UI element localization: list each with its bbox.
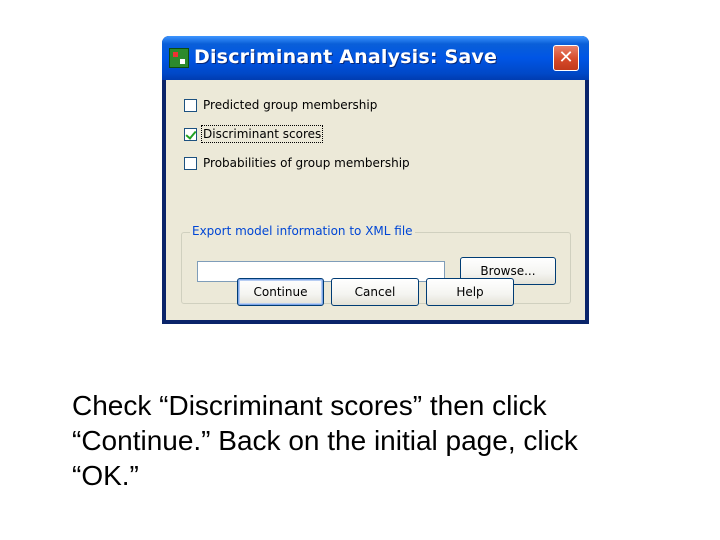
continue-button[interactable]: Continue: [237, 278, 324, 306]
option-predicted-group[interactable]: Predicted group membership: [184, 96, 377, 114]
save-dialog: Discriminant Analysis: Save ✕ Predicted …: [162, 36, 589, 324]
caption-line: Check “Discriminant scores” then click: [72, 390, 547, 421]
checkbox-probabilities[interactable]: [184, 156, 197, 170]
cancel-button[interactable]: Cancel: [331, 278, 419, 306]
instruction-caption: Check “Discriminant scores” then click “…: [72, 388, 702, 493]
option-label: Predicted group membership: [203, 98, 378, 112]
group-legend: Export model information to XML file: [190, 224, 415, 238]
caption-line: “Continue.” Back on the initial page, cl…: [72, 425, 578, 456]
option-label: Probabilities of group membership: [203, 156, 410, 170]
checkmark-icon[interactable]: [184, 127, 197, 141]
close-icon[interactable]: ✕: [553, 45, 579, 71]
dialog-title: Discriminant Analysis: Save: [194, 46, 498, 68]
option-probabilities[interactable]: Probabilities of group membership: [184, 154, 410, 172]
help-button[interactable]: Help: [426, 278, 514, 306]
title-bar[interactable]: Discriminant Analysis: Save ✕: [162, 36, 589, 80]
option-discriminant-scores[interactable]: Discriminant scores: [184, 125, 324, 143]
caption-line: “OK.”: [72, 460, 139, 491]
option-label: Discriminant scores: [200, 125, 324, 143]
app-icon: [169, 48, 189, 68]
dialog-body: Predicted group membership Discriminant …: [166, 80, 585, 320]
checkbox-predicted-group[interactable]: [184, 98, 197, 112]
